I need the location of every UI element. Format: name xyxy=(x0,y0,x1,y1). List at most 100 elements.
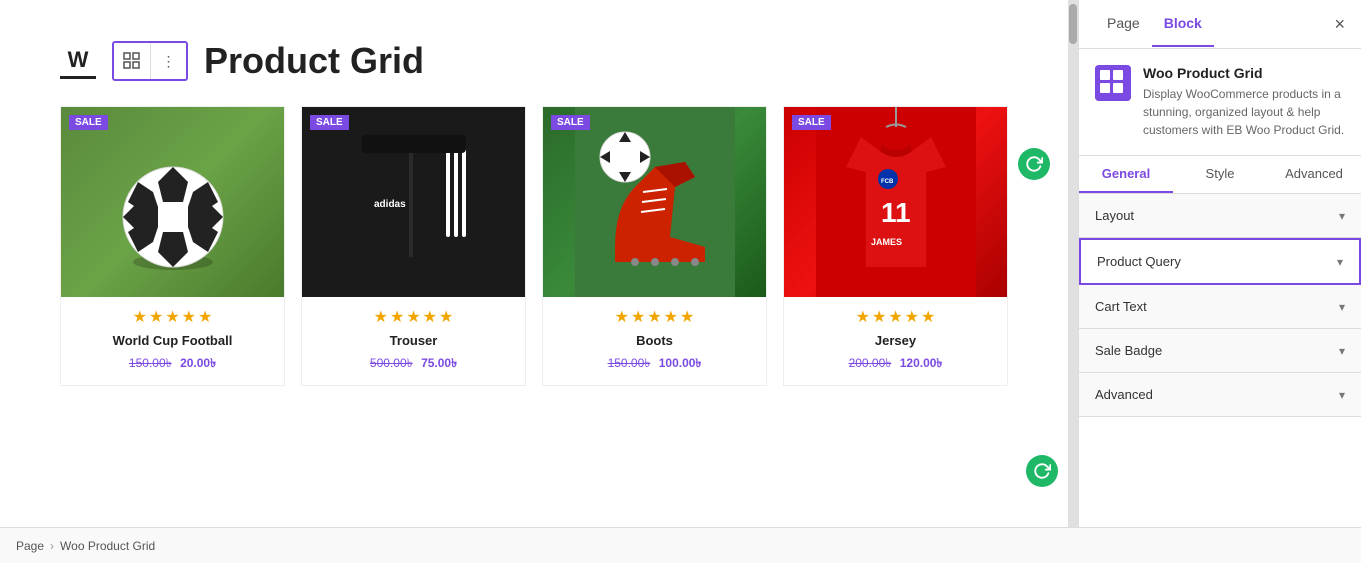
accordion-layout: Layout ▾ xyxy=(1079,194,1361,238)
svg-text:JAMES: JAMES xyxy=(871,237,902,247)
price-original: 500.00৳ xyxy=(370,356,413,370)
price-sale: 75.00৳ xyxy=(421,356,457,370)
more-options-button[interactable]: ⋮ xyxy=(150,43,186,79)
plugin-icon-svg xyxy=(1095,65,1131,101)
sale-badge: SALE xyxy=(551,115,590,130)
chevron-down-icon-2: ▾ xyxy=(1337,255,1343,269)
accordion-advanced-header[interactable]: Advanced ▾ xyxy=(1079,373,1361,416)
price-original: 150.00৳ xyxy=(608,356,651,370)
price-sale: 20.00৳ xyxy=(180,356,216,370)
product-price: 150.00৳ 100.00৳ xyxy=(543,354,766,375)
product-name: Boots xyxy=(543,333,766,348)
chevron-down-icon-5: ▾ xyxy=(1339,388,1345,402)
product-stars: ★ ★ ★ ★ ★ xyxy=(784,307,1007,327)
scrollbar-track[interactable] xyxy=(1068,0,1078,527)
product-image-boots xyxy=(543,107,766,297)
scrollbar-thumb[interactable] xyxy=(1069,4,1077,44)
star-4: ★ xyxy=(905,307,919,327)
price-original: 150.00৳ xyxy=(129,356,172,370)
accordion-product-query: Product Query ▾ xyxy=(1079,238,1361,285)
star-5: ★ xyxy=(198,307,212,327)
star-4: ★ xyxy=(664,307,678,327)
accordion-layout-label: Layout xyxy=(1095,208,1134,223)
accordion-product-query-label: Product Query xyxy=(1097,254,1181,269)
product-image-football xyxy=(61,107,284,297)
grid-icon xyxy=(123,52,141,70)
accordion-product-query-header[interactable]: Product Query ▾ xyxy=(1081,240,1359,283)
right-panel: Page Block × Woo Product Grid xyxy=(1078,0,1361,527)
plugin-icon xyxy=(1095,65,1131,101)
chevron-down-icon: ▾ xyxy=(1339,209,1345,223)
product-card: SALE adidas xyxy=(301,106,526,386)
star-4: ★ xyxy=(423,307,437,327)
accordion-sale-badge: Sale Badge ▾ xyxy=(1079,329,1361,373)
tab-general[interactable]: General xyxy=(1079,156,1173,193)
product-image-trouser: adidas xyxy=(302,107,525,297)
product-name: World Cup Football xyxy=(61,333,284,348)
star-5: ★ xyxy=(680,307,694,327)
tab-block[interactable]: Block xyxy=(1152,1,1214,47)
breadcrumb-separator: › xyxy=(50,539,54,553)
refresh-button-top[interactable] xyxy=(1018,148,1050,180)
product-stars: ★ ★ ★ ★ ★ xyxy=(543,307,766,327)
star-3: ★ xyxy=(165,307,179,327)
trouser-svg: adidas xyxy=(334,107,494,297)
product-stars: ★ ★ ★ ★ ★ xyxy=(302,307,525,327)
product-card: SALE 11 JAMES xyxy=(783,106,1008,386)
boots-svg xyxy=(575,107,735,297)
accordion-advanced-label: Advanced xyxy=(1095,387,1153,402)
price-original: 200.00৳ xyxy=(849,356,892,370)
accordion-advanced: Advanced ▾ xyxy=(1079,373,1361,417)
panel-body: Woo Product Grid Display WooCommerce pro… xyxy=(1079,49,1361,527)
svg-text:adidas: adidas xyxy=(374,199,406,210)
product-price: 500.00৳ 75.00৳ xyxy=(302,354,525,375)
panel-header: Page Block × xyxy=(1079,0,1361,49)
product-price: 200.00৳ 120.00৳ xyxy=(784,354,1007,375)
star-4: ★ xyxy=(182,307,196,327)
product-name: Trouser xyxy=(302,333,525,348)
accordion-layout-header[interactable]: Layout ▾ xyxy=(1079,194,1361,237)
price-sale: 120.00৳ xyxy=(900,356,943,370)
svg-text:11: 11 xyxy=(881,197,911,228)
chevron-down-icon-4: ▾ xyxy=(1339,344,1345,358)
panel-close-button[interactable]: × xyxy=(1334,14,1345,35)
products-grid: SALE xyxy=(60,106,1008,386)
tab-style[interactable]: Style xyxy=(1173,156,1267,193)
star-1: ★ xyxy=(856,307,870,327)
page-title-area: W ⋮ Product Grid xyxy=(60,40,1008,82)
tab-advanced[interactable]: Advanced xyxy=(1267,156,1361,193)
plugin-desc: Display WooCommerce products in a stunni… xyxy=(1143,85,1345,139)
star-5: ★ xyxy=(921,307,935,327)
plugin-info: Woo Product Grid Display WooCommerce pro… xyxy=(1143,65,1345,139)
bottom-bar: Page › Woo Product Grid xyxy=(0,527,1361,563)
sale-badge: SALE xyxy=(310,115,349,130)
star-2: ★ xyxy=(872,307,886,327)
star-2: ★ xyxy=(390,307,404,327)
refresh-button-bottom[interactable] xyxy=(1026,455,1058,487)
breadcrumb-current: Woo Product Grid xyxy=(60,539,155,553)
star-1: ★ xyxy=(374,307,388,327)
star-5: ★ xyxy=(439,307,453,327)
page-title: Product Grid xyxy=(204,40,424,82)
accordion-cart-text: Cart Text ▾ xyxy=(1079,285,1361,329)
price-sale: 100.00৳ xyxy=(659,356,702,370)
sale-badge: SALE xyxy=(69,115,108,130)
star-2: ★ xyxy=(631,307,645,327)
block-toolbar: ⋮ xyxy=(112,41,188,81)
product-price: 150.00৳ 20.00৳ xyxy=(61,354,284,375)
accordion-cart-text-header[interactable]: Cart Text ▾ xyxy=(1079,285,1361,328)
grid-view-button[interactable] xyxy=(114,43,150,79)
breadcrumb-page[interactable]: Page xyxy=(16,539,44,553)
star-3: ★ xyxy=(888,307,902,327)
product-card: SALE xyxy=(542,106,767,386)
plugin-title: Woo Product Grid xyxy=(1143,65,1345,81)
svg-text:FCB: FCB xyxy=(881,179,894,185)
accordion-sale-badge-header[interactable]: Sale Badge ▾ xyxy=(1079,329,1361,372)
w-logo: W xyxy=(60,43,96,79)
star-1: ★ xyxy=(133,307,147,327)
product-stars: ★ ★ ★ ★ ★ xyxy=(61,307,284,327)
tab-page[interactable]: Page xyxy=(1095,1,1152,47)
football-svg xyxy=(93,107,253,297)
star-3: ★ xyxy=(406,307,420,327)
product-card: SALE xyxy=(60,106,285,386)
